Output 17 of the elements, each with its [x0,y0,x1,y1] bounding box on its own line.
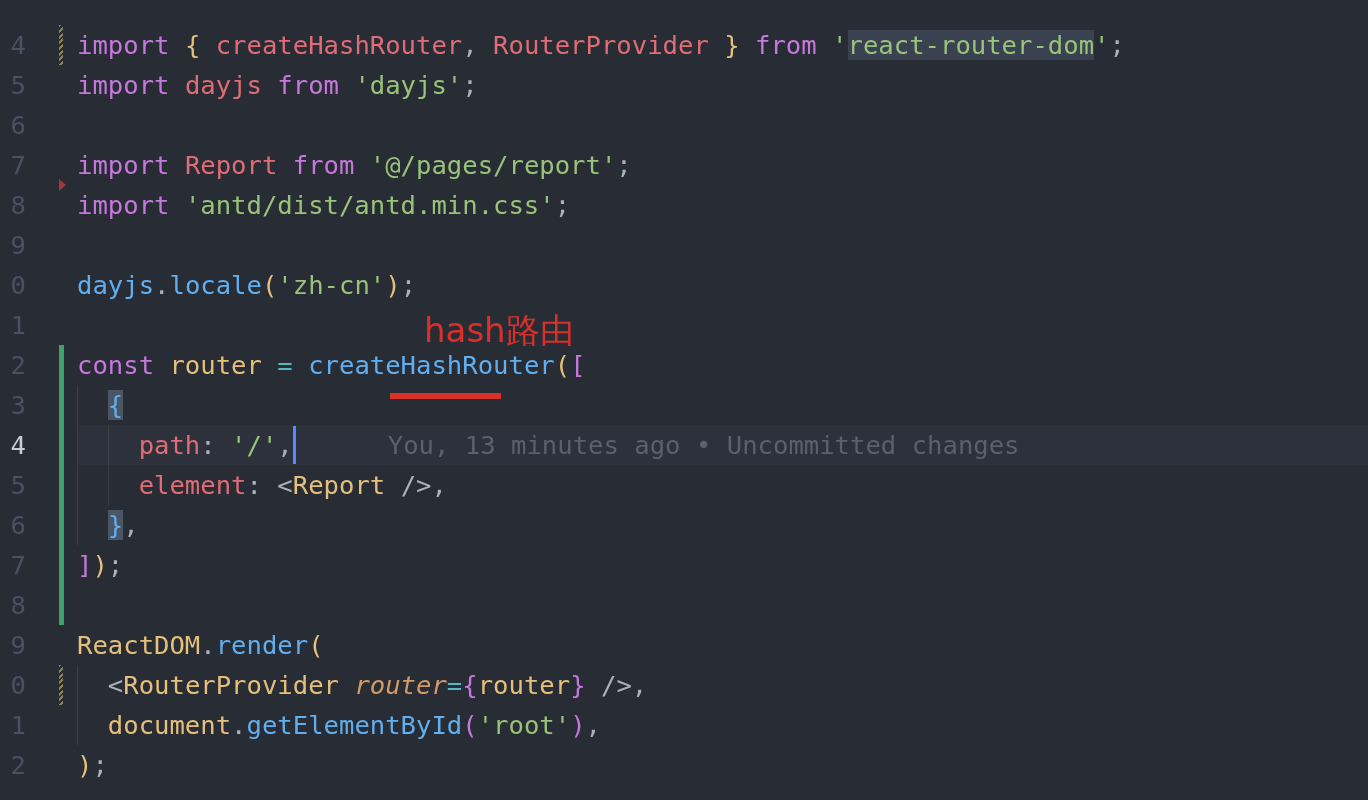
code-line: ]); [77,549,124,582]
code-line: dayjs.locale('zh-cn'); [77,269,417,302]
code-line: }, [106,509,139,542]
code-line: document.getElementById('root'), [106,709,601,742]
text-cursor [292,426,296,464]
code-line: const router = createHashRouter([ [77,349,586,382]
code-line: element: <Report />, [137,469,447,502]
code-line: ); [77,749,108,782]
code-line: import 'antd/dist/antd.min.css'; [77,189,571,222]
code-line: import { createHashRouter, RouterProvider } from 'react-router-dom'; [77,29,1125,62]
code-line: ReactDOM.render( [77,629,324,662]
code-line: import Report from '@/pages/report'; [77,149,632,182]
code-line: path: '/', [137,429,293,462]
line-number: 4 [9,429,26,462]
code-line: <RouterProvider router={router} />, [106,669,648,702]
annotation-label: hash路由 [424,309,574,352]
code-line: import dayjs from 'dayjs'; [77,69,478,102]
